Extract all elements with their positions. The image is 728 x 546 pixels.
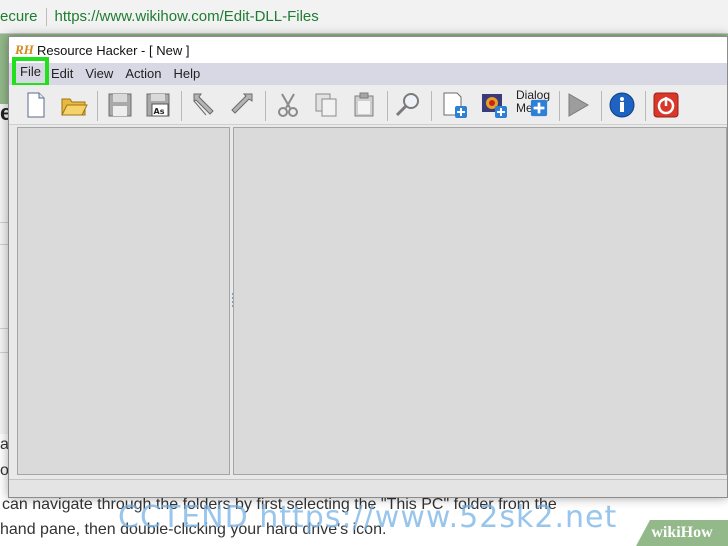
run-script-icon[interactable]	[563, 90, 593, 120]
redo-arrow-icon[interactable]	[227, 90, 257, 120]
toolbar-separator	[431, 91, 432, 121]
svg-text:As: As	[154, 107, 165, 116]
address-divider	[45, 7, 47, 26]
window-title: Resource Hacker - [ New ]	[37, 42, 190, 58]
title-bar[interactable]: RH Resource Hacker - [ New ]	[9, 37, 727, 63]
add-image-resource-icon[interactable]	[479, 90, 509, 120]
status-bar	[9, 479, 727, 497]
new-file-icon[interactable]	[21, 90, 51, 120]
toolbar-separator	[387, 91, 388, 121]
toolbar-separator	[97, 91, 98, 121]
info-icon[interactable]	[607, 90, 637, 120]
resource-tree-pane[interactable]	[17, 127, 230, 475]
save-as-icon[interactable]: As	[143, 90, 173, 120]
menu-edit[interactable]: Edit	[45, 63, 79, 85]
save-icon[interactable]	[105, 90, 135, 120]
menu-bar: File Edit View Action Help	[9, 57, 727, 87]
toolbar-separator	[559, 91, 560, 121]
menu-file[interactable]: File	[12, 57, 49, 87]
watermark: CCTEND https://www.52sk2.net	[118, 500, 618, 535]
undo-arrow-icon[interactable]	[189, 90, 219, 120]
toolbar-separator	[181, 91, 182, 121]
menu-view[interactable]: View	[79, 63, 119, 85]
copy-icon[interactable]	[311, 90, 341, 120]
secure-label: ecure	[0, 8, 38, 25]
url-text[interactable]: https://www.wikihow.com/Edit-DLL-Files	[55, 8, 319, 25]
toolbar: As Dialog Me	[9, 85, 727, 125]
wikihow-logo: wikiHow	[636, 520, 728, 546]
menu-help[interactable]: Help	[167, 63, 206, 85]
search-icon[interactable]	[393, 90, 423, 120]
open-folder-icon[interactable]	[59, 90, 89, 120]
add-resource-icon[interactable]	[439, 90, 469, 120]
resource-hacker-window: RH Resource Hacker - [ New ] File Edit V…	[8, 36, 728, 498]
toolbar-separator	[645, 91, 646, 121]
exit-power-icon[interactable]	[651, 90, 681, 120]
browser-address-bar[interactable]: ecure https://www.wikihow.com/Edit-DLL-F…	[0, 0, 728, 34]
resource-editor-pane[interactable]	[233, 127, 727, 475]
menu-action[interactable]: Action	[119, 63, 167, 85]
dialog-add-icon[interactable]	[529, 98, 549, 118]
toolbar-separator	[601, 91, 602, 121]
toolbar-separator	[265, 91, 266, 121]
cut-icon[interactable]	[273, 90, 303, 120]
paste-icon[interactable]	[349, 90, 379, 120]
app-icon: RH	[15, 42, 34, 57]
